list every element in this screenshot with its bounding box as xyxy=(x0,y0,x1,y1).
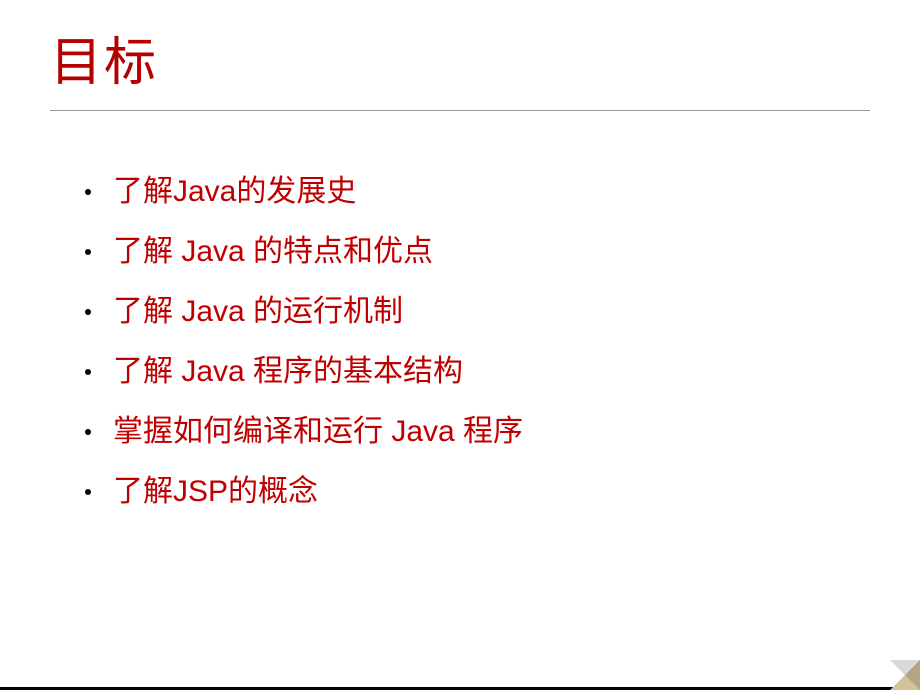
bullet-icon xyxy=(85,369,91,375)
slide-container: 目标 了解Java的发展史 了解 Java 的特点和优点 了解 Java 的运行… xyxy=(0,0,920,690)
list-item: 掌握如何编译和运行 Java 程序 xyxy=(85,411,870,453)
bullet-text: 了解 Java 的特点和优点 xyxy=(113,231,433,273)
bullet-text: 了解 Java 程序的基本结构 xyxy=(113,351,463,393)
list-item: 了解 Java 的特点和优点 xyxy=(85,231,870,273)
bullet-icon xyxy=(85,249,91,255)
bullet-text: 掌握如何编译和运行 Java 程序 xyxy=(113,411,523,453)
bullet-icon xyxy=(85,189,91,195)
bullet-icon xyxy=(85,429,91,435)
bullet-text: 了解JSP的概念 xyxy=(113,471,318,513)
bullet-text: 了解 Java 的运行机制 xyxy=(113,291,403,333)
bullet-icon xyxy=(85,309,91,315)
bullet-text: 了解Java的发展史 xyxy=(113,171,356,213)
list-item: 了解 Java 程序的基本结构 xyxy=(85,351,870,393)
title-area: 目标 xyxy=(50,20,870,111)
page-corner-fold-icon xyxy=(890,660,920,690)
content-area: 了解Java的发展史 了解 Java 的特点和优点 了解 Java 的运行机制 … xyxy=(50,171,870,513)
list-item: 了解JSP的概念 xyxy=(85,471,870,513)
slide-title: 目标 xyxy=(50,20,870,95)
bullet-icon xyxy=(85,489,91,495)
list-item: 了解Java的发展史 xyxy=(85,171,870,213)
list-item: 了解 Java 的运行机制 xyxy=(85,291,870,333)
